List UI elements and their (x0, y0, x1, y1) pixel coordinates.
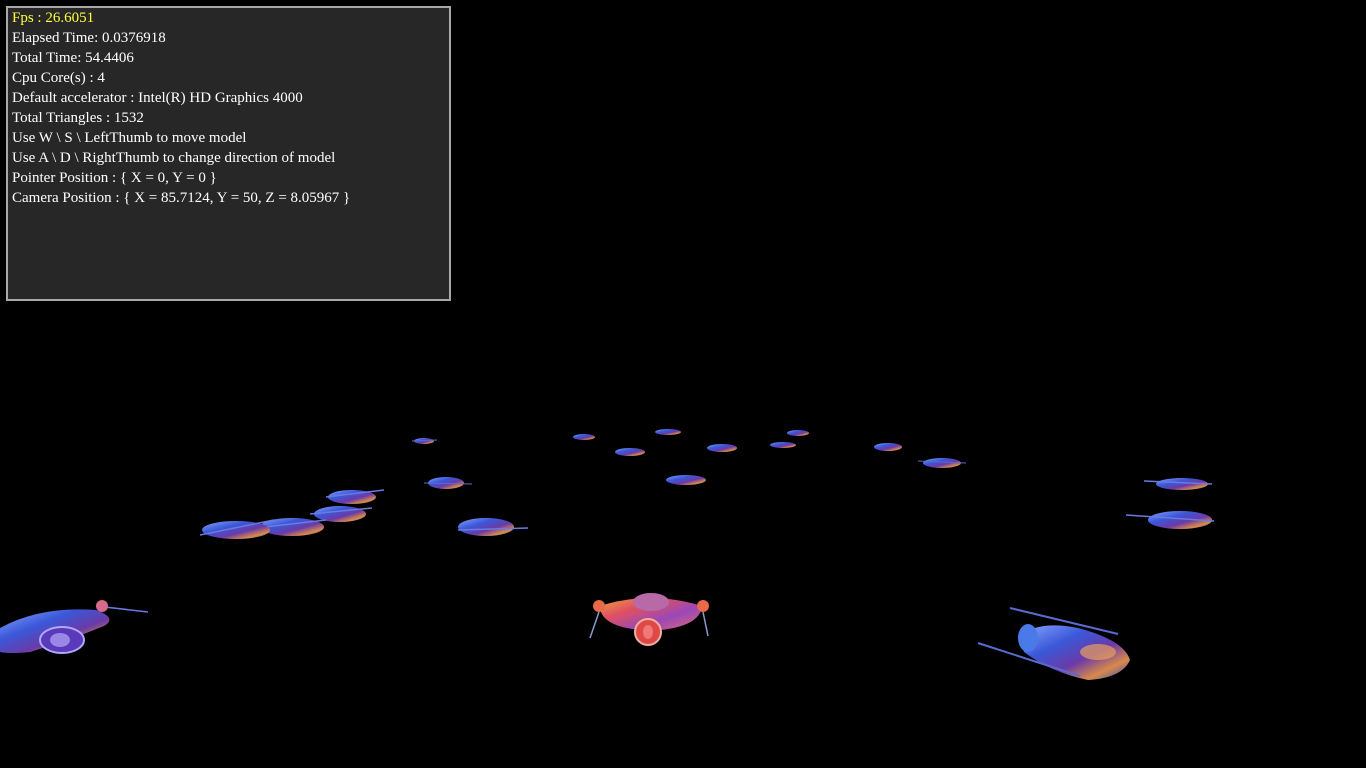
fleet-ship (917, 458, 967, 468)
fleet-ship (770, 442, 796, 448)
fleet-ship (666, 475, 706, 485)
move-controls-hint: Use W \ S \ LeftThumb to move model (12, 130, 247, 146)
fleet-ship (1143, 478, 1213, 490)
total-time-readout: Total Time: 54.4406 (12, 50, 134, 66)
fleet-ship (655, 429, 681, 435)
elapsed-time-readout: Elapsed Time: 0.0376918 (12, 30, 166, 46)
debug-stats-panel: Fps : 26.6051 Elapsed Time: 0.0376918 To… (6, 6, 451, 301)
fleet-ship (0, 600, 149, 654)
cpu-cores-readout: Cpu Core(s) : 4 (12, 70, 105, 86)
fleet-ship (309, 506, 373, 522)
default-accelerator-readout: Default accelerator : Intel(R) HD Graphi… (12, 90, 303, 106)
fleet-ship (199, 519, 275, 539)
render-viewport[interactable]: Fps : 26.6051 Elapsed Time: 0.0376918 To… (0, 0, 1366, 768)
fleet-ship (615, 448, 645, 456)
direction-controls-hint: Use A \ D \ RightThumb to change directi… (12, 150, 336, 166)
fleet-ship (573, 434, 595, 440)
fleet-ship (1125, 511, 1215, 529)
camera-position-readout: Camera Position : { X = 85.7124, Y = 50,… (12, 190, 351, 206)
fleet-ship (874, 443, 902, 451)
fleet-ship (325, 489, 385, 504)
fleet-ship (411, 438, 438, 444)
player-ship (589, 593, 709, 646)
pointer-position-readout: Pointer Position : { X = 0, Y = 0 } (12, 170, 217, 186)
fps-readout: Fps : 26.6051 (12, 10, 95, 26)
fleet-ship (457, 518, 529, 536)
fleet-ship (787, 430, 809, 436)
fleet-ship (977, 607, 1130, 680)
fleet-ship (423, 477, 473, 489)
fleet-ship (707, 444, 737, 452)
total-triangles-readout: Total Triangles : 1532 (12, 110, 144, 126)
